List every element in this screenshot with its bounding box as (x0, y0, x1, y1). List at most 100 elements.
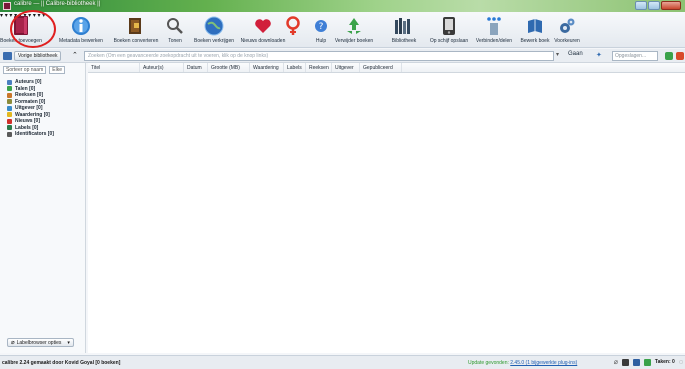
help-info-button[interactable]: ? Hulp (310, 14, 332, 46)
globe-icon (204, 16, 224, 35)
help-button[interactable] (280, 14, 306, 46)
column-header-authors[interactable]: Auteur(s) (140, 63, 184, 72)
recycle-icon (347, 17, 361, 34)
column-header-series[interactable]: Reeksen (306, 63, 332, 72)
saved-search-input[interactable]: Opgeslagen... (612, 51, 658, 61)
toolbar-label: Metadata bewerken (59, 38, 103, 44)
status-bar: calibre 2.24 gemaakt door Kovid Goyal [0… (0, 355, 685, 369)
search-bar: Vorige bibliotheek ⌃ Zoeken (Om een geav… (0, 49, 685, 63)
column-header-size[interactable]: Grootte (MB) (208, 63, 250, 72)
toolbar-label: Voorkeuren (554, 38, 580, 44)
match-select[interactable]: Elke (49, 66, 65, 74)
library-button[interactable]: Bibliotheek (386, 14, 422, 46)
get-books-button[interactable]: Boeken verkrijgen (192, 14, 236, 46)
library-icon (395, 17, 410, 34)
book-list[interactable]: Titel Auteur(s) Datum Grootte (MB) Waard… (88, 63, 685, 353)
tag-label: Reeksen [0] (15, 92, 44, 99)
search-input[interactable]: Zoeken (Om een geavanceerde zoekopdracht… (84, 51, 554, 61)
tag-browser-options-button[interactable]: ⌀ Labelbrowser opties ▾ (7, 338, 74, 347)
convert-books-button[interactable]: Boeken converteren (114, 14, 158, 46)
view-button[interactable]: Tonen (162, 14, 188, 46)
minimize-button[interactable] (635, 1, 647, 10)
magnifier-icon (167, 17, 183, 34)
toolbar-label: Tonen (168, 38, 182, 44)
formats-icon (7, 99, 12, 105)
tag-item-identifiers[interactable]: Identificators [0] (7, 131, 54, 138)
publisher-icon (7, 105, 12, 111)
update-version-link[interactable]: 2.45.0 (1 bijgewerkte plug-ins) (510, 360, 577, 366)
convert-icon (129, 17, 141, 34)
go-button[interactable]: Gaan (568, 51, 583, 57)
remove-books-button[interactable]: Verwijder boeken (332, 14, 376, 46)
sort-select[interactable]: Sorteer op naam (3, 66, 47, 74)
language-icon (7, 86, 12, 92)
column-header-tags[interactable]: Labels (284, 63, 306, 72)
update-notice[interactable]: Update gevonden: 2.45.0 (1 bijgewerkte p… (468, 360, 577, 366)
column-header-title[interactable]: Titel (88, 63, 140, 72)
virtual-library-icon[interactable] (3, 52, 12, 60)
toolbar-label: Boeken converteren (113, 38, 159, 44)
device-icon[interactable] (621, 358, 629, 366)
edit-metadata-button[interactable]: Metadata bewerken (59, 14, 103, 46)
tag-icon: ⌀ (11, 340, 15, 346)
delete-search-icon[interactable] (676, 52, 684, 60)
library-switch-button[interactable]: Vorige bibliotheek (14, 51, 62, 61)
up-icon[interactable]: ⌃ (72, 51, 78, 59)
toolbar-label: Nieuws downloaden (240, 38, 286, 44)
preferences-button[interactable]: Voorkeuren (552, 14, 582, 46)
tag-browser-sort: Sorteer op naam Elke (3, 66, 65, 74)
column-header-rating[interactable]: Waardering (250, 63, 284, 72)
update-prefix: Update gevonden: (468, 360, 511, 366)
column-header-date[interactable]: Datum (184, 63, 208, 72)
save-to-disk-button[interactable]: Op schijf opslaan (428, 14, 470, 46)
tag-list: Auteurs [0] Talen [0] Reeksen [0] Format… (7, 79, 54, 138)
toolbar-label: Op schijf opslaan (429, 38, 469, 44)
book-list-header: Titel Auteur(s) Datum Grootte (MB) Waard… (88, 63, 685, 73)
grid-view-icon[interactable] (632, 358, 640, 366)
tag-icon[interactable]: ⌀ (614, 358, 618, 366)
star-icon[interactable]: ✦ (596, 51, 602, 59)
toolbar-label: Verbinden/delen (475, 38, 513, 44)
tags-icon (7, 125, 12, 131)
tag-item-rating[interactable]: Waardering [0] (7, 112, 54, 119)
tag-browser-options-label: Labelbrowser opties (16, 339, 62, 346)
user-icon (7, 79, 12, 85)
title-bar: calibre — || Calibre-bibliotheek || (0, 0, 685, 12)
info-icon (72, 16, 90, 35)
edit-book-icon (528, 18, 542, 33)
calibre-window: calibre — || Calibre-bibliotheek || Boek… (0, 0, 685, 369)
column-header-published[interactable]: Gepubliceerd (360, 63, 402, 72)
spinner-icon: ◌ (678, 358, 683, 366)
chevron-down-icon[interactable]: ▾ (556, 51, 559, 58)
tag-label: Nieuws [0] (15, 118, 41, 125)
column-header-publisher[interactable]: Uitgever (332, 63, 360, 72)
preferences-icon (560, 18, 575, 33)
toolbar-label: Boeken verkrijgen (193, 38, 235, 44)
tag-label: Waardering [0] (15, 111, 50, 118)
lifebuoy-icon (286, 15, 300, 35)
connect-share-button[interactable]: Verbinden/delen (474, 14, 514, 46)
maximize-button[interactable] (648, 1, 660, 10)
news-icon (7, 118, 12, 124)
window-controls (635, 1, 681, 10)
svg-text:?: ? (319, 22, 324, 32)
tag-label: Auteurs [0] (15, 79, 42, 86)
app-icon (3, 2, 11, 10)
annotation-highlight-circle (10, 10, 56, 48)
star-icon (7, 112, 12, 118)
toolbar-label: Hulp (315, 38, 327, 44)
close-button[interactable] (661, 1, 681, 10)
status-text: calibre 2.24 gemaakt door Kovid Goyal [0… (2, 360, 121, 366)
edit-book-button[interactable]: Bewerk boek (520, 14, 550, 46)
save-search-icon[interactable] (665, 52, 673, 60)
library-switch-label: Vorige bibliotheek (18, 53, 58, 59)
toolbar-label: Bewerk boek (520, 38, 550, 44)
tag-label: Labels [0] (15, 124, 39, 131)
tag-label: Identificators [0] (15, 131, 54, 138)
cover-browser-icon[interactable] (643, 358, 651, 366)
jobs-indicator[interactable]: Taken: 0 (655, 359, 675, 365)
tag-label: Formaten [0] (15, 98, 46, 105)
tag-browser: Sorteer op naam Elke Auteurs [0] Talen [… (0, 63, 86, 353)
heart-icon (255, 18, 271, 33)
main-toolbar: Boeken toevoegen ▾ Metadata bewerken ▾ B… (0, 10, 685, 48)
